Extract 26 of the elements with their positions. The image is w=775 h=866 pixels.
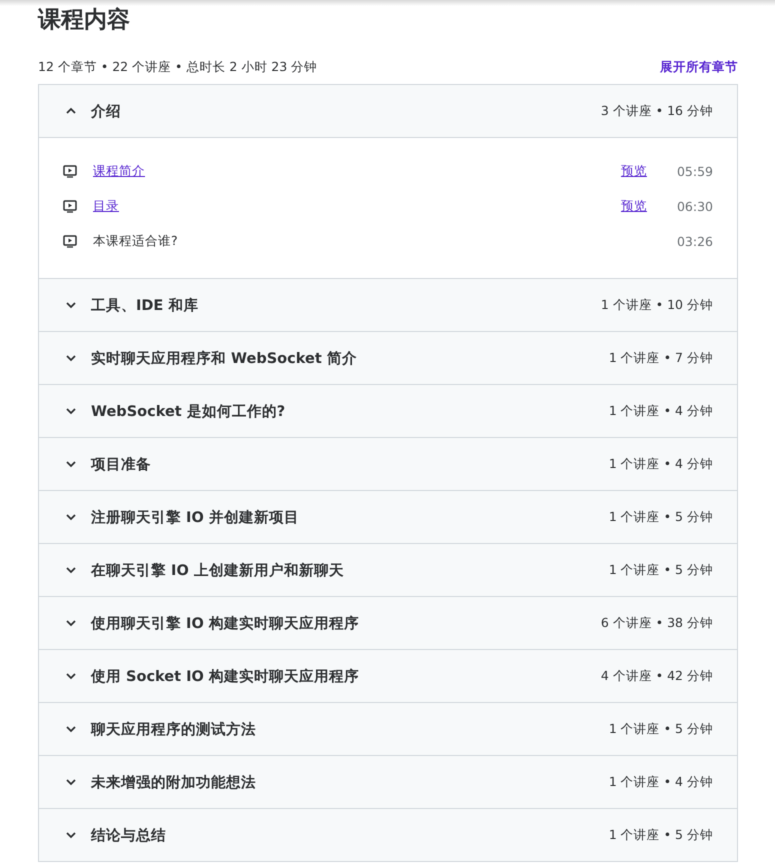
lecture-link[interactable]: 目录 — [93, 198, 621, 215]
expand-all-link[interactable]: 展开所有章节 — [660, 58, 738, 76]
preview-link[interactable]: 预览 — [620, 163, 647, 180]
section-header[interactable]: 项目准备 1 个讲座 • 4 分钟 — [39, 438, 737, 491]
lecture-duration: 05:59 — [676, 164, 713, 179]
section-header[interactable]: 结论与总结 1 个讲座 • 5 分钟 — [39, 809, 737, 862]
lecture-duration: 06:30 — [676, 199, 713, 214]
lecture-duration: 03:26 — [676, 234, 713, 249]
section-header[interactable]: 使用聊天引擎 IO 构建实时聊天应用程序 6 个讲座 • 38 分钟 — [39, 597, 737, 650]
video-icon — [63, 165, 77, 178]
section-header[interactable]: 使用 Socket IO 构建实时聊天应用程序 4 个讲座 • 42 分钟 — [39, 650, 737, 703]
video-icon — [63, 200, 77, 213]
preview-link[interactable]: 预览 — [620, 198, 647, 215]
section-header[interactable]: 在聊天引擎 IO 上创建新用户和新聊天 1 个讲座 • 5 分钟 — [39, 544, 737, 597]
section-header[interactable]: 工具、IDE 和库 1 个讲座 • 10 分钟 — [39, 279, 737, 332]
video-icon — [63, 235, 77, 248]
section-header[interactable]: 注册聊天引擎 IO 并创建新项目 1 个讲座 • 5 分钟 — [39, 491, 737, 544]
lecture-title: 本课程适合谁? — [93, 233, 179, 250]
section-header[interactable]: 介绍 3 个讲座 • 16 分钟 — [39, 85, 737, 138]
section-header[interactable]: 实时聊天应用程序和 WebSocket 简介 1 个讲座 • 7 分钟 — [39, 332, 737, 385]
section-header[interactable]: WebSocket 是如何工作的? 1 个讲座 • 4 分钟 — [39, 385, 737, 438]
course-summary: 12 个章节 • 22 个讲座 • 总时长 2 小时 23 分钟 — [38, 58, 318, 76]
section-header[interactable]: 聊天应用程序的测试方法 1 个讲座 • 5 分钟 — [39, 703, 737, 756]
page-title: 课程内容 — [38, 6, 130, 34]
section-header[interactable]: 未来增强的附加功能想法 1 个讲座 • 4 分钟 — [39, 756, 737, 809]
lecture-link[interactable]: 课程简介 — [93, 163, 621, 180]
